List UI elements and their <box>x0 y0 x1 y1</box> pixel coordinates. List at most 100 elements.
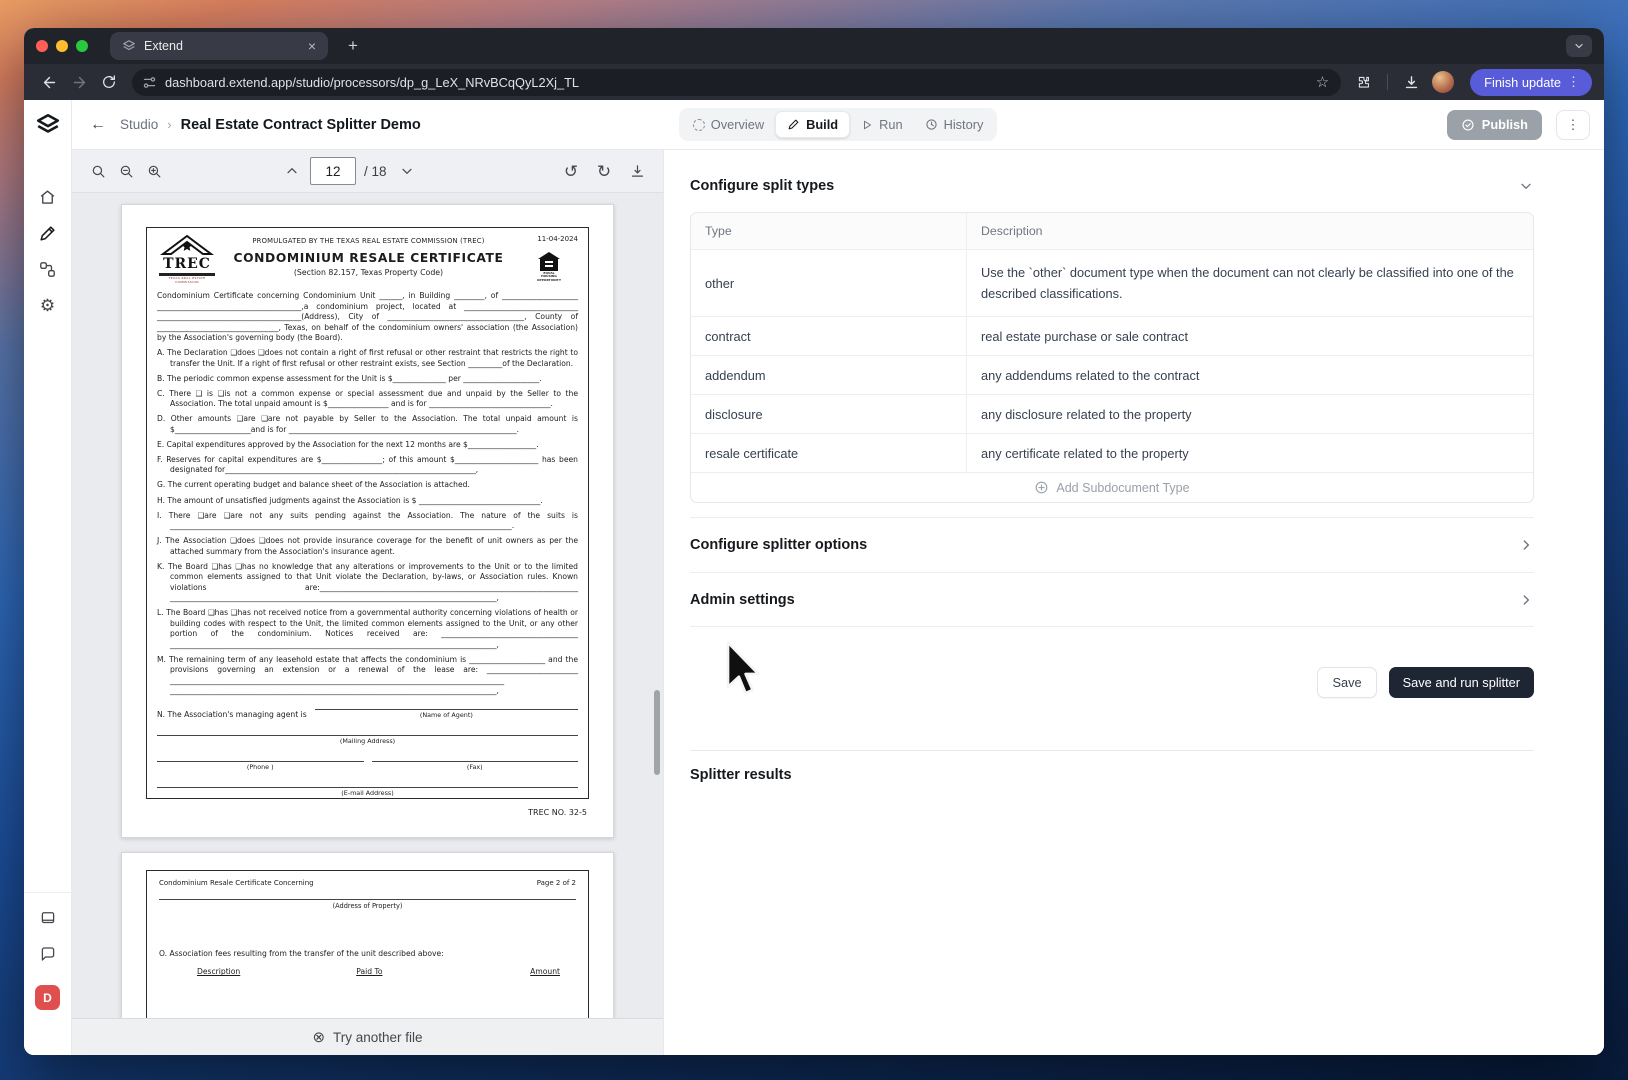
reload-button[interactable] <box>96 69 122 95</box>
check-circle-icon <box>1461 118 1475 132</box>
finish-update-button[interactable]: Finish update ⋮ <box>1470 69 1592 96</box>
chevron-down-icon[interactable] <box>1518 178 1534 194</box>
table-row[interactable]: contract real estate purchase or sale co… <box>691 316 1533 355</box>
rotate-ccw-icon: ↺ <box>564 163 578 180</box>
split-types-table: Type Description other Use the `other` d… <box>690 212 1534 503</box>
doc2-clause-o: O. Association fees resulting from the t… <box>159 949 576 959</box>
finish-update-label: Finish update <box>1484 75 1561 90</box>
bookmark-star-icon[interactable]: ☆ <box>1316 73 1329 91</box>
tab-run[interactable]: Run <box>850 112 913 137</box>
next-page-button[interactable] <box>393 157 421 185</box>
doc-clause: F. Reserves for capital expenditures are… <box>157 455 578 476</box>
forward-button[interactable] <box>66 69 92 95</box>
back-button[interactable] <box>36 69 62 95</box>
doc-clause: J. The Association ❑does ❑does not provi… <box>157 536 578 557</box>
browser-tab[interactable]: Extend × <box>110 32 328 60</box>
doc2-address-caption: (Address of Property) <box>159 902 576 911</box>
zoom-in-button[interactable] <box>140 157 168 185</box>
sidebar-item-settings[interactable]: ⚙ <box>33 290 63 320</box>
zoom-out-button[interactable] <box>112 157 140 185</box>
sidebar-item-chat[interactable] <box>33 939 63 969</box>
add-subdocument-type-button[interactable]: Add Subdocument Type <box>691 472 1533 502</box>
downloads-button[interactable] <box>1398 69 1424 95</box>
app-logo[interactable] <box>24 100 71 150</box>
user-avatar[interactable]: D <box>35 985 60 1010</box>
tab-build[interactable]: Build <box>775 111 850 138</box>
previous-page-button[interactable] <box>278 157 306 185</box>
add-circle-icon <box>1034 480 1049 495</box>
zoom-window-button[interactable] <box>76 40 88 52</box>
tab-history[interactable]: History <box>914 112 995 137</box>
page-title: Real Estate Contract Splitter Demo <box>181 117 421 133</box>
close-tab-icon[interactable]: × <box>304 38 320 54</box>
browser-profile-avatar[interactable] <box>1432 71 1454 93</box>
pdf-search-button[interactable] <box>84 157 112 185</box>
doc-clause: D. Other amounts ❑are ❑are not payable b… <box>157 414 578 435</box>
tab-overflow-button[interactable] <box>1566 35 1592 57</box>
doc-clause: G. The current operating budget and bala… <box>157 480 578 490</box>
doc2-col-description: Description <box>197 967 240 977</box>
extend-logo-icon <box>35 112 61 138</box>
sidebar-bottom-group: D <box>24 892 71 1055</box>
doc-agent-block: N. The Association's managing agent is (… <box>157 701 578 797</box>
doc2-col-paidto: Paid To <box>342 967 412 977</box>
try-another-file-button[interactable]: ⊗ Try another file <box>72 1018 663 1055</box>
back-to-studio-button[interactable]: ← <box>90 116 106 134</box>
table-row[interactable]: other Use the `other` document type when… <box>691 249 1533 316</box>
split-types-header[interactable]: Configure split types <box>690 178 1534 194</box>
new-tab-button[interactable]: + <box>342 34 364 58</box>
doc-clause: E. Capital expenditures approved by the … <box>157 440 578 450</box>
table-row[interactable]: resale certificate any certificate relat… <box>691 433 1533 472</box>
doc-clause: M. The remaining term of any leasehold e… <box>157 655 578 697</box>
pdf-page-1: TREC TEXAS REAL ESTATE COMMISSION PROMUL… <box>121 204 614 838</box>
breadcrumb-studio[interactable]: Studio <box>120 117 158 132</box>
more-options-button[interactable]: ⋮ <box>1556 110 1590 140</box>
rotate-ccw-button[interactable]: ↺ <box>557 157 585 185</box>
extensions-button[interactable] <box>1351 69 1377 95</box>
circle-x-icon: ⊗ <box>312 1028 325 1046</box>
try-another-file-label: Try another file <box>333 1030 423 1045</box>
pdf-scrollbar-thumb[interactable] <box>654 690 660 775</box>
tab-overview[interactable]: Overview <box>682 112 775 137</box>
doc-subtitle: (Section 82.157, Texas Property Code) <box>217 268 520 279</box>
browser-toolbar: dashboard.extend.app/studio/processors/d… <box>24 64 1604 100</box>
workflow-nodes-icon <box>38 260 57 279</box>
pdf-scroll-area[interactable]: TREC TEXAS REAL ESTATE COMMISSION PROMUL… <box>72 193 663 1018</box>
doc-title: CONDOMINIUM RESALE CERTIFICATE <box>217 250 520 267</box>
rotate-cw-button[interactable]: ↻ <box>590 157 618 185</box>
close-window-button[interactable] <box>36 40 48 52</box>
save-button[interactable]: Save <box>1317 667 1376 698</box>
download-file-button[interactable] <box>623 157 651 185</box>
config-panel: Configure split types Type Description o… <box>663 150 1604 1055</box>
section-splitter-options[interactable]: Configure splitter options <box>690 517 1534 572</box>
table-row[interactable]: disclosure any disclosure related to the… <box>691 394 1533 433</box>
site-info-icon[interactable] <box>142 75 157 90</box>
table-header-row: Type Description <box>691 213 1533 249</box>
minimize-window-button[interactable] <box>56 40 68 52</box>
sidebar-item-docs[interactable] <box>33 903 63 933</box>
sidebar-item-workflows[interactable] <box>33 254 63 284</box>
sidebar-item-home[interactable] <box>33 182 63 212</box>
doc-clause: K. The Board ❑has ❑has no knowledge that… <box>157 562 578 604</box>
action-buttons: Save Save and run splitter <box>690 667 1534 698</box>
doc-date: 11-04-2024 <box>520 235 578 245</box>
search-icon <box>90 163 107 180</box>
doc-promulgated: PROMULGATED BY THE TEXAS REAL ESTATE COM… <box>217 237 520 246</box>
rotate-cw-icon: ↻ <box>597 163 611 180</box>
page-number-input[interactable] <box>310 157 356 185</box>
table-row[interactable]: addendum any addendums related to the co… <box>691 355 1533 394</box>
equal-housing-logo: EQUAL HOUSING OPPORTUNITY <box>536 251 562 283</box>
traffic-lights <box>36 40 88 52</box>
save-and-run-splitter-button[interactable]: Save and run splitter <box>1389 667 1534 698</box>
sidebar-item-studio[interactable] <box>33 218 63 248</box>
trec-logo: TREC TEXAS REAL ESTATE COMMISSION <box>157 235 217 284</box>
toolbar-separator <box>1387 74 1388 90</box>
url-bar[interactable]: dashboard.extend.app/studio/processors/d… <box>132 69 1341 96</box>
browser-menu-kebab-icon[interactable]: ⋮ <box>1561 74 1586 90</box>
url-text[interactable]: dashboard.extend.app/studio/processors/d… <box>165 75 1316 90</box>
doc-clause: I. There ❑are ❑are not any suits pending… <box>157 511 578 532</box>
section-admin-settings[interactable]: Admin settings <box>690 572 1534 627</box>
app-sidebar: ⚙ D <box>24 100 72 1055</box>
publish-button[interactable]: Publish <box>1447 110 1542 140</box>
extensions-puzzle-icon <box>1356 74 1372 90</box>
